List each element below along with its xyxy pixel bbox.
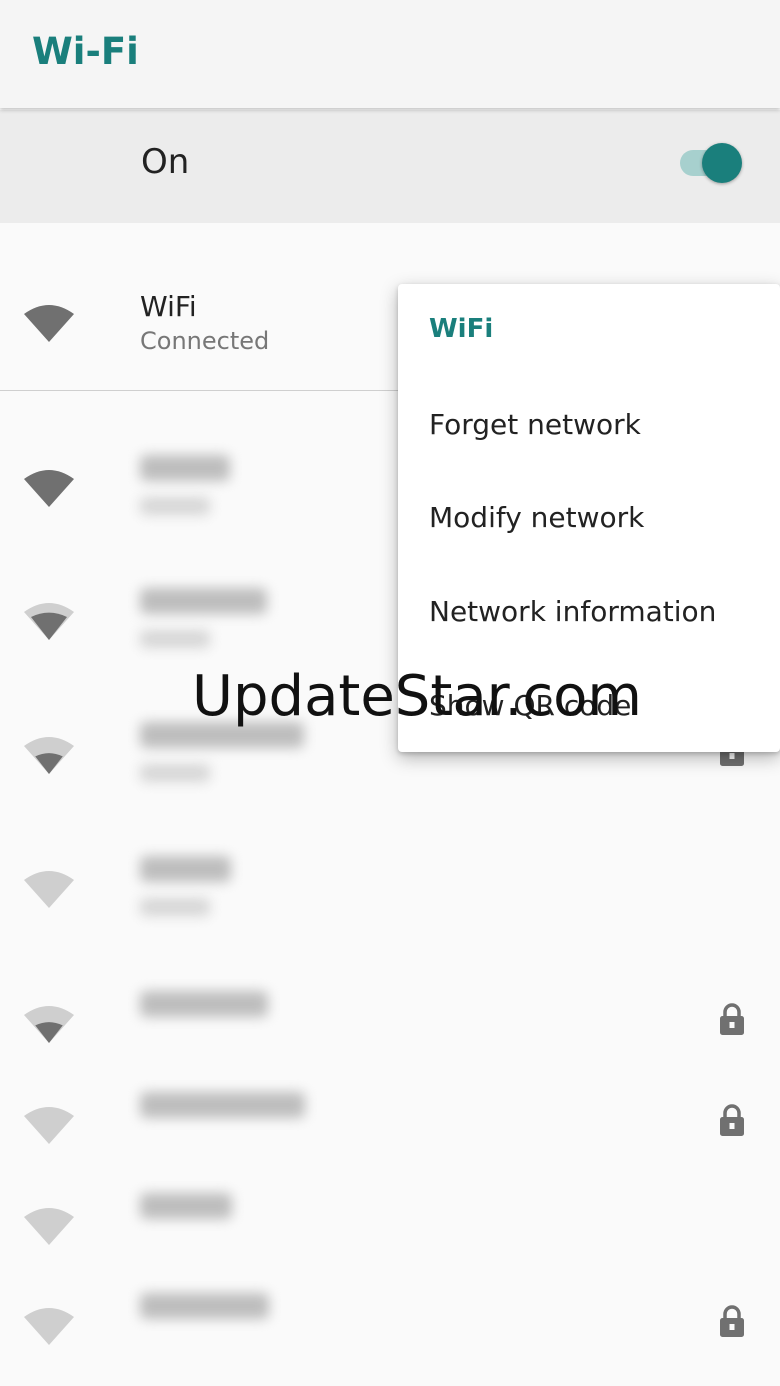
network-status-blurred bbox=[140, 497, 210, 515]
network-name-blurred bbox=[140, 588, 267, 614]
switch-thumb bbox=[702, 143, 742, 183]
network-name-blurred bbox=[140, 856, 231, 882]
wifi-signal-icon bbox=[24, 603, 74, 640]
network-name-blurred bbox=[140, 1293, 269, 1319]
menu-title: WiFi bbox=[429, 314, 494, 344]
network-name-blurred bbox=[140, 455, 230, 481]
wifi-signal-icon bbox=[24, 470, 74, 507]
wifi-master-toggle-row[interactable] bbox=[0, 110, 780, 223]
lock-icon bbox=[720, 1003, 744, 1035]
network-row[interactable] bbox=[0, 1062, 780, 1172]
network-name-blurred bbox=[140, 1193, 232, 1219]
network-name-blurred bbox=[140, 991, 268, 1017]
network-name-blurred bbox=[140, 1092, 305, 1118]
wifi-toggle-label: On bbox=[141, 142, 190, 182]
network-status-blurred bbox=[140, 764, 210, 782]
network-name: WiFi bbox=[140, 290, 197, 323]
forget-network-menu-item[interactable]: Forget network bbox=[429, 408, 641, 441]
wifi-signal-icon bbox=[24, 1107, 74, 1144]
wifi-signal-icon bbox=[24, 1208, 74, 1245]
lock-icon bbox=[720, 1305, 744, 1337]
network-status-blurred bbox=[140, 630, 210, 648]
wifi-toggle-switch[interactable] bbox=[678, 143, 742, 183]
page-title: Wi-Fi bbox=[32, 30, 139, 73]
modify-network-menu-item[interactable]: Modify network bbox=[429, 501, 644, 534]
lock-icon bbox=[720, 1104, 744, 1136]
wifi-signal-icon bbox=[24, 1006, 74, 1043]
wifi-signal-full-icon bbox=[24, 305, 74, 342]
network-status: Connected bbox=[140, 327, 270, 355]
app-bar: Wi-Fi bbox=[0, 0, 780, 108]
wifi-signal-icon bbox=[24, 737, 74, 774]
wifi-signal-icon bbox=[24, 1308, 74, 1345]
network-information-menu-item[interactable]: Network information bbox=[429, 595, 716, 628]
network-row[interactable] bbox=[0, 1163, 780, 1273]
wifi-signal-icon bbox=[24, 871, 74, 908]
network-status-blurred bbox=[140, 898, 210, 916]
network-row[interactable] bbox=[0, 826, 780, 936]
network-row[interactable] bbox=[0, 961, 780, 1071]
divider bbox=[0, 390, 400, 391]
watermark: UpdateStar.com bbox=[192, 664, 642, 729]
network-row[interactable] bbox=[0, 1263, 780, 1373]
